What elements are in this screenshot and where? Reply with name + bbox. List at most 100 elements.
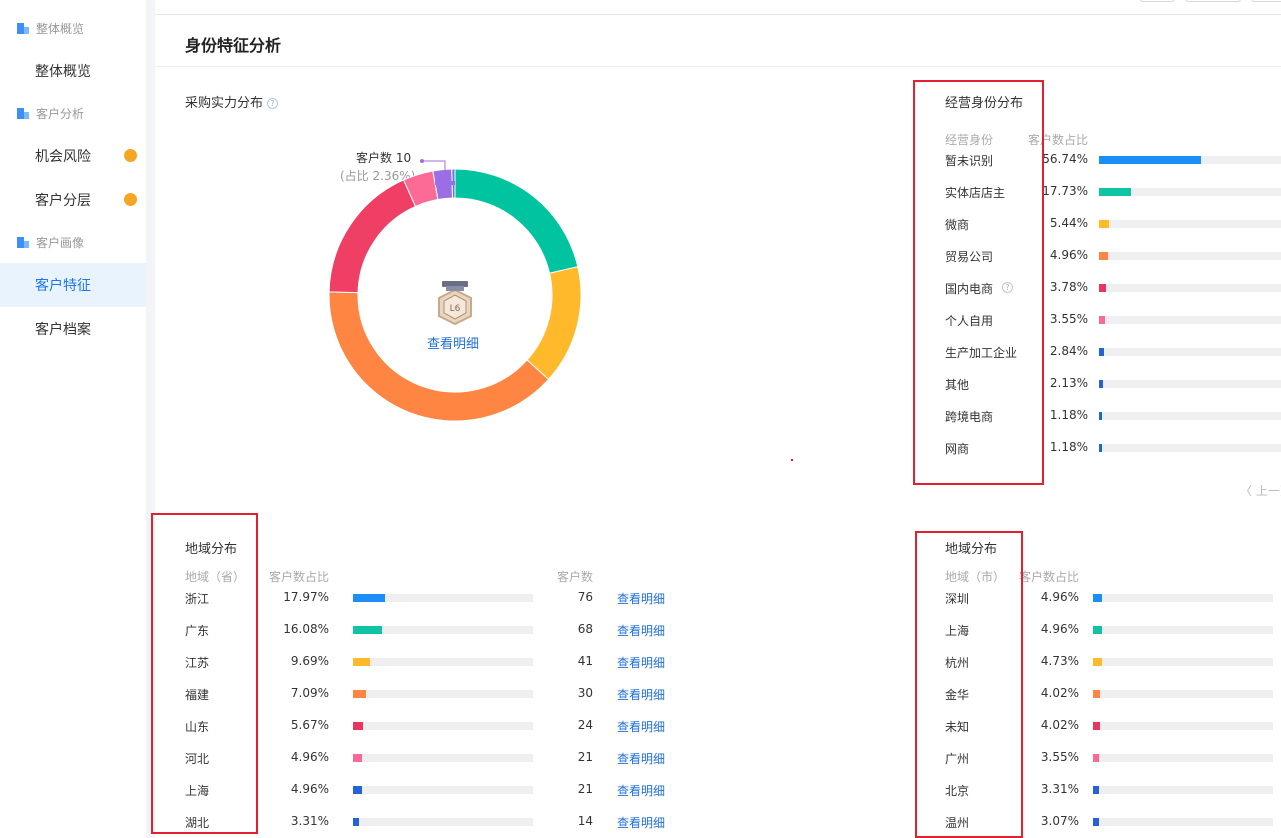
- city-bar-fill: [1093, 722, 1101, 730]
- sidebar-item-label: 客户分层: [35, 193, 91, 209]
- city-bar: [1093, 722, 1273, 730]
- identity-bar-fill: [1099, 316, 1106, 324]
- identity-bar-fill: [1099, 252, 1108, 260]
- identity-bar: [1099, 444, 1281, 452]
- city-bar-fill: [1093, 594, 1102, 602]
- province-pct: 16.08%: [283, 622, 329, 636]
- identity-pct: 1.18%: [1049, 440, 1088, 454]
- identity-bar: [1099, 156, 1281, 164]
- help-icon[interactable]: ?: [267, 98, 279, 109]
- sidebar-group-customer-analysis: 客户分析: [0, 92, 146, 134]
- identity-bar-fill: [1099, 348, 1105, 356]
- province-bar-fill: [353, 626, 382, 634]
- sidebar-item-label: 机会风险: [35, 149, 91, 165]
- view-detail-link[interactable]: 查看明细: [617, 622, 665, 639]
- city-bar: [1093, 786, 1273, 794]
- province-bar: [353, 690, 533, 698]
- building-icon: [17, 107, 29, 119]
- page-title: 身份特征分析: [185, 36, 282, 55]
- province-bar-fill: [353, 818, 359, 826]
- view-detail-link[interactable]: 查看明细: [617, 654, 665, 671]
- city-pct: 4.96%: [1040, 622, 1079, 636]
- sidebar-item-label: 客户档案: [35, 322, 91, 338]
- identity-bar: [1099, 316, 1281, 324]
- building-icon: [17, 236, 29, 248]
- donut-slice[interactable]: [526, 266, 582, 381]
- city-pct: 4.02%: [1040, 718, 1079, 732]
- toolbar-button[interactable]: [1251, 0, 1281, 2]
- province-bar-fill: [353, 722, 364, 730]
- identity-bar: [1099, 284, 1281, 292]
- province-bar-fill: [353, 754, 362, 762]
- top-toolbar: [155, 0, 1281, 15]
- identity-pct: 4.96%: [1049, 248, 1088, 262]
- province-bar: [353, 658, 533, 666]
- province-bar: [353, 754, 533, 762]
- sidebar-group-customer-profile: 客户画像: [0, 221, 146, 263]
- view-detail-link[interactable]: 查看明细: [617, 686, 665, 703]
- region-province-col-count: 客户数: [557, 570, 594, 584]
- province-bar: [353, 722, 533, 730]
- identity-bar-fill: [1099, 412, 1102, 420]
- city-bar-fill: [1093, 626, 1102, 634]
- identity-bar-fill: [1099, 284, 1106, 292]
- sidebar-item-customer-archive[interactable]: 客户档案: [0, 307, 146, 351]
- sidebar-item-label: 整体概览: [35, 64, 91, 80]
- view-detail-link[interactable]: 查看明细: [617, 814, 665, 831]
- view-detail-link[interactable]: 查看明细: [617, 718, 665, 735]
- sidebar-group-label: 整体概览: [36, 21, 85, 36]
- province-pct: 5.67%: [290, 718, 329, 732]
- toolbar-button[interactable]: [1140, 0, 1175, 2]
- identity-bar-fill: [1099, 188, 1131, 196]
- view-detail-link[interactable]: 查看明细: [617, 750, 665, 767]
- province-pct: 7.09%: [290, 686, 329, 700]
- province-count: 41: [577, 654, 593, 668]
- sidebar-item-customer-tier[interactable]: 客户分层: [0, 178, 146, 222]
- sidebar-item-opportunity-risk[interactable]: 机会风险: [0, 134, 146, 178]
- province-bar-fill: [353, 594, 386, 602]
- highlight-box: [913, 80, 1044, 485]
- prev-page-link[interactable]: 〈 上一页: [1240, 482, 1281, 499]
- city-bar: [1093, 626, 1273, 634]
- callout-dot: [420, 159, 424, 163]
- donut-slice[interactable]: [454, 168, 579, 274]
- city-pct: 4.96%: [1040, 590, 1079, 604]
- toolbar-button[interactable]: [1185, 0, 1241, 2]
- province-bar: [353, 594, 533, 602]
- identity-bar-fill: [1099, 380, 1103, 388]
- sidebar-item-overview[interactable]: 整体概览: [0, 49, 146, 93]
- identity-bar-fill: [1099, 156, 1202, 164]
- view-detail-link[interactable]: 查看明细: [617, 590, 665, 607]
- sidebar-item-customer-features[interactable]: 客户特征: [0, 263, 146, 307]
- city-pct: 3.31%: [1040, 782, 1079, 796]
- city-pct: 4.02%: [1040, 686, 1079, 700]
- callout-highlight: [435, 181, 455, 185]
- purchase-power-title: 采购实力分布?: [185, 92, 279, 111]
- donut-slice[interactable]: [328, 179, 417, 294]
- province-count: 14: [577, 814, 593, 828]
- donut-view-detail-link[interactable]: 查看明细: [427, 333, 479, 352]
- city-bar: [1093, 594, 1273, 602]
- city-bar-fill: [1093, 690, 1101, 698]
- province-count: 21: [577, 782, 593, 796]
- identity-bar: [1099, 380, 1281, 388]
- identity-bar: [1099, 188, 1281, 196]
- province-bar: [353, 786, 533, 794]
- city-bar: [1093, 818, 1273, 826]
- identity-pct: 1.18%: [1049, 408, 1088, 422]
- identity-bar: [1099, 348, 1281, 356]
- province-pct: 17.97%: [283, 590, 329, 604]
- notification-dot: [124, 193, 137, 206]
- province-bar: [353, 818, 533, 826]
- province-count: 68: [577, 622, 593, 636]
- identity-bar-fill: [1099, 220, 1109, 228]
- city-bar-fill: [1093, 658, 1102, 666]
- level-badge-text: L6: [450, 304, 461, 314]
- city-bar: [1093, 658, 1273, 666]
- region-city-col-pct: 客户数占比: [1019, 570, 1080, 584]
- identity-bar: [1099, 220, 1281, 228]
- level-badge-icon: L6: [438, 281, 472, 326]
- province-pct: 3.31%: [290, 814, 329, 828]
- view-detail-link[interactable]: 查看明细: [617, 782, 665, 799]
- notification-dot: [124, 149, 137, 162]
